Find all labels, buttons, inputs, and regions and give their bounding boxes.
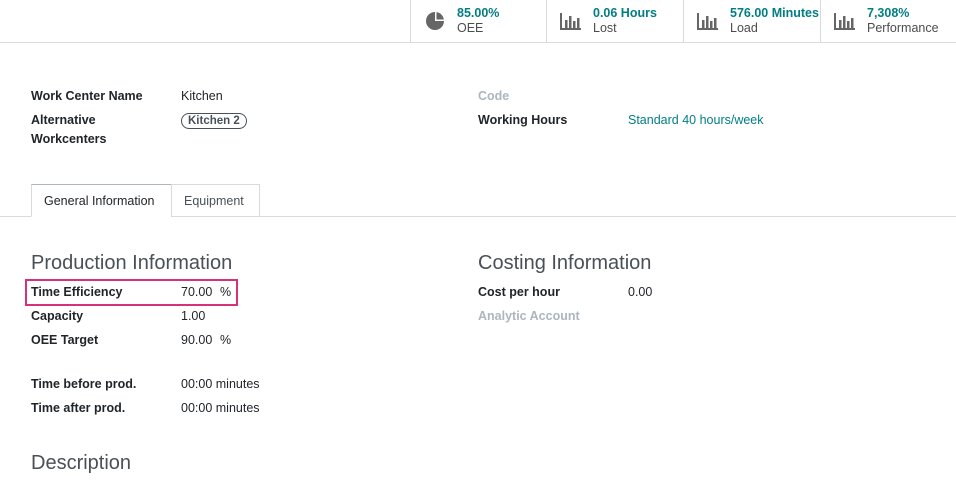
time-before-prod-label: Time before prod. bbox=[31, 377, 137, 391]
oee-target-label: OEE Target bbox=[31, 333, 99, 347]
load-smart-button[interactable]: 576.00 Minutes Load bbox=[683, 0, 821, 42]
production-information-title: Production Information bbox=[31, 252, 233, 274]
oee-target-value[interactable]: 90.00 bbox=[181, 331, 212, 350]
analytic-account-label: Analytic Account bbox=[478, 309, 580, 323]
load-value: 576.00 Minutes bbox=[730, 6, 819, 20]
cost-per-hour-label: Cost per hour bbox=[478, 285, 560, 299]
oee-target-unit: % bbox=[220, 333, 232, 347]
cost-per-hour-value[interactable]: 0.00 bbox=[628, 283, 652, 302]
time-efficiency-value[interactable]: 70.00 bbox=[181, 283, 212, 302]
time-efficiency-label: Time Efficiency bbox=[31, 285, 123, 299]
time-after-prod-label: Time after prod. bbox=[31, 401, 126, 415]
bar-chart-icon bbox=[560, 10, 582, 32]
lost-smart-button[interactable]: 0.06 Hours Lost bbox=[546, 0, 684, 42]
performance-smart-button[interactable]: 7,308% Performance bbox=[820, 0, 956, 42]
working-hours-link[interactable]: Standard 40 hours/week bbox=[628, 111, 764, 130]
alternative-label-line1: Alternative bbox=[31, 113, 96, 127]
description-title: Description bbox=[31, 452, 132, 474]
alternative-label-line2: Workcenters bbox=[31, 132, 107, 146]
work-center-name-label: Work Center Name bbox=[31, 89, 143, 103]
performance-value: 7,308% bbox=[867, 6, 910, 20]
working-hours-label: Working Hours bbox=[478, 113, 568, 127]
oee-smart-button[interactable]: 85.00% OEE bbox=[410, 0, 547, 42]
time-efficiency-unit: % bbox=[220, 285, 232, 299]
capacity-label: Capacity bbox=[31, 309, 84, 323]
costing-information-title: Costing Information bbox=[478, 252, 652, 274]
alternative-workcenter-tag[interactable]: Kitchen 2 bbox=[181, 113, 247, 129]
load-label: Load bbox=[730, 21, 758, 35]
bar-chart-icon bbox=[834, 10, 856, 32]
capacity-value[interactable]: 1.00 bbox=[181, 307, 205, 326]
oee-label: OEE bbox=[457, 21, 484, 35]
code-label: Code bbox=[478, 89, 510, 103]
time-after-prod-value[interactable]: 00:00 minutes bbox=[181, 399, 260, 418]
time-before-prod-value[interactable]: 00:00 minutes bbox=[181, 375, 260, 394]
work-center-name-value[interactable]: Kitchen bbox=[181, 87, 223, 106]
bar-chart-icon bbox=[697, 10, 719, 32]
smart-buttons-bar: 85.00% OEE 0.06 Hours Lost 576.00 Minute… bbox=[0, 0, 956, 43]
lost-value: 0.06 Hours bbox=[593, 6, 657, 20]
tab-general-information[interactable]: General Information bbox=[31, 184, 172, 217]
performance-label: Performance bbox=[867, 21, 939, 35]
oee-value: 85.00% bbox=[457, 6, 500, 20]
alternative-workcenters-label: Alternative Workcenters bbox=[31, 111, 107, 149]
pie-chart-icon bbox=[424, 10, 446, 32]
lost-label: Lost bbox=[593, 21, 617, 35]
tab-equipment[interactable]: Equipment bbox=[171, 184, 260, 217]
